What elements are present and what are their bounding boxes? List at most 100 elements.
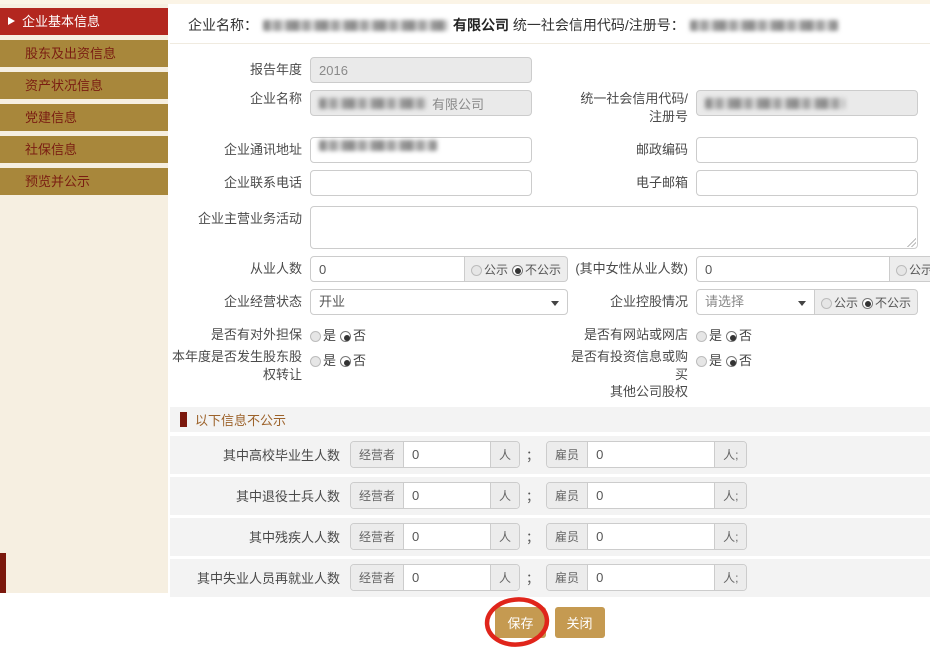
radio-icon	[471, 265, 482, 276]
radio-public[interactable]: 公示	[471, 261, 508, 278]
close-button[interactable]: 关闭	[555, 607, 605, 638]
resize-grip-icon[interactable]	[907, 238, 916, 247]
radio-no[interactable]: 否	[340, 325, 366, 344]
radio-no[interactable]: 否	[726, 325, 752, 344]
sidebar-item-preview-publish[interactable]: 预览并公示	[0, 168, 168, 195]
unit-addon: 人	[490, 524, 519, 549]
company-name-suffix: 有限公司	[453, 17, 509, 33]
main-content: 企业名称：有限公司 统一社会信用代码/注册号： 报告年度 2016 企业名称 有…	[170, 4, 930, 593]
radio-no[interactable]: 否	[340, 350, 366, 369]
employees-label: 从业人数	[170, 260, 310, 278]
radio-yes[interactable]: 是	[696, 325, 722, 344]
selected-value: 开业	[319, 294, 345, 309]
radio-label: 否	[739, 353, 752, 368]
chevron-down-icon	[798, 301, 806, 310]
email-label: 电子邮箱	[568, 174, 696, 192]
private-row-veterans: 其中退役士兵人数 经营者 人 ； 雇员 人;	[170, 477, 930, 515]
business-textarea[interactable]	[310, 206, 918, 249]
operator-addon: 经营者	[351, 565, 404, 590]
redacted-credit-code	[705, 98, 845, 109]
save-button[interactable]: 保存	[495, 607, 545, 638]
transfer-label: 本年度是否发生股东股权转让	[170, 348, 310, 383]
radio-label: 是	[323, 328, 336, 343]
sidebar-item-assets[interactable]: 资产状况信息	[0, 72, 168, 99]
private-row-disabled-persons: 其中残疾人人数 经营者 人 ； 雇员 人;	[170, 518, 930, 556]
sidebar-item-shareholders[interactable]: 股东及出资信息	[0, 40, 168, 67]
radio-yes[interactable]: 是	[696, 350, 722, 369]
unit-addon: 人;	[714, 524, 746, 549]
female-publicity-radios: 公示 不公示	[890, 256, 930, 282]
operator-count-input[interactable]	[404, 483, 490, 508]
holding-select[interactable]: 请选择	[696, 289, 815, 315]
radio-public[interactable]: 公示	[821, 294, 858, 311]
radio-not-public[interactable]: 不公示	[512, 261, 561, 278]
female-employees-input[interactable]	[696, 256, 890, 282]
operator-count-input[interactable]	[404, 442, 490, 467]
page-top-strip	[0, 0, 930, 4]
employee-count-input[interactable]	[588, 524, 714, 549]
operator-count-input[interactable]	[404, 565, 490, 590]
investment-label: 是否有投资信息或购买其他公司股权	[568, 348, 696, 401]
radio-icon	[862, 298, 873, 309]
radio-yes[interactable]: 是	[310, 325, 336, 344]
radio-icon	[696, 356, 707, 367]
group-separator: ；	[526, 486, 539, 505]
page-edge-decoration	[0, 553, 6, 593]
credit-code-field	[696, 90, 918, 116]
employee-count-input[interactable]	[588, 442, 714, 467]
radio-icon	[340, 331, 351, 342]
redacted-company-name	[319, 98, 427, 109]
business-label: 企业主营业务活动	[170, 206, 310, 228]
unit-addon: 人;	[714, 483, 746, 508]
unit-addon: 人;	[714, 442, 746, 467]
radio-label: 公示	[909, 263, 930, 277]
field-label: 其中残疾人人数	[170, 527, 350, 546]
radio-label: 不公示	[875, 296, 911, 310]
sidebar-item-basic-info[interactable]: 企业基本信息	[0, 8, 168, 35]
company-name-suffix: 有限公司	[432, 94, 484, 113]
radio-not-public[interactable]: 不公示	[862, 294, 911, 311]
radio-no[interactable]: 否	[726, 350, 752, 369]
redacted-address	[319, 140, 437, 151]
investment-label-line1: 是否有投资信息或购买	[571, 349, 688, 382]
group-separator: ；	[526, 568, 539, 587]
employees-publicity-radios: 公示 不公示	[465, 256, 568, 282]
phone-label: 企业联系电话	[170, 174, 310, 192]
sidebar: 企业基本信息 股东及出资信息 资产状况信息 党建信息 社保信息 预览并公示	[0, 0, 168, 593]
female-employees-label: (其中女性从业人数)	[568, 260, 696, 278]
radio-icon	[340, 356, 351, 367]
operator-addon: 经营者	[351, 524, 404, 549]
status-select[interactable]: 开业	[310, 289, 568, 315]
employee-addon: 雇员	[547, 565, 588, 590]
radio-public[interactable]: 公示	[896, 261, 930, 278]
radio-label: 公示	[834, 296, 858, 310]
private-row-graduates: 其中高校毕业生人数 经营者 人 ； 雇员 人;	[170, 436, 930, 474]
address-input[interactable]	[310, 137, 532, 163]
radio-label: 不公示	[525, 263, 561, 277]
operator-group: 经营者 人	[350, 564, 520, 591]
operator-count-input[interactable]	[404, 524, 490, 549]
employee-group: 雇员 人;	[546, 523, 747, 550]
address-label: 企业通讯地址	[170, 141, 310, 159]
employee-count-input[interactable]	[588, 565, 714, 590]
investment-radios: 是 否	[696, 348, 918, 369]
report-year-field: 2016	[310, 57, 532, 83]
radio-yes[interactable]: 是	[310, 350, 336, 369]
radio-label: 否	[739, 328, 752, 343]
company-name-field: 有限公司	[310, 90, 532, 116]
sidebar-item-label: 社保信息	[25, 142, 77, 157]
employee-addon: 雇员	[547, 442, 588, 467]
sidebar-item-social-security[interactable]: 社保信息	[0, 136, 168, 163]
operator-addon: 经营者	[351, 442, 404, 467]
section-bar-icon	[180, 412, 187, 427]
postcode-input[interactable]	[696, 137, 918, 163]
radio-icon	[896, 265, 907, 276]
email-input[interactable]	[696, 170, 918, 196]
employees-input[interactable]	[310, 256, 465, 282]
radio-label: 公示	[484, 263, 508, 277]
sidebar-item-party-building[interactable]: 党建信息	[0, 104, 168, 131]
employee-count-input[interactable]	[588, 483, 714, 508]
sidebar-item-label: 资产状况信息	[25, 78, 103, 93]
sidebar-item-label: 党建信息	[25, 110, 77, 125]
phone-input[interactable]	[310, 170, 532, 196]
